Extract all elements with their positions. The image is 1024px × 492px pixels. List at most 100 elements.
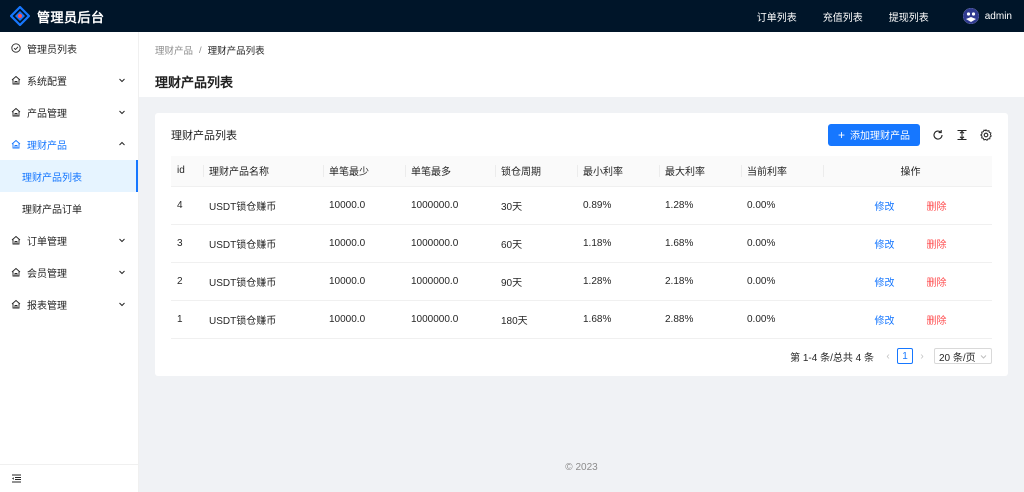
table-row: 4 USDT锁仓赚币 10000.0 1000000.0 30天 0.89% 1…	[171, 186, 992, 225]
column-header: 当前利率	[741, 156, 823, 187]
table-row: 1 USDT锁仓赚币 10000.0 1000000.0 180天 1.68% …	[171, 300, 992, 339]
cell-max-rate: 2.18%	[659, 262, 741, 301]
sidebar-item-report-mgmt[interactable]: 报表管理	[0, 288, 138, 320]
cell-max-rate: 1.28%	[659, 186, 741, 225]
top-nav: 订单列表 充值列表 提现列表 admin	[731, 0, 1012, 32]
sidebar-item-label: 系统配置	[27, 76, 67, 88]
cell-id: 4	[171, 186, 203, 225]
home-icon	[10, 267, 21, 278]
sidebar-item-label: 会员管理	[27, 268, 67, 280]
delete-link[interactable]: 删除	[927, 236, 947, 251]
logo[interactable]: 管理员后台	[0, 6, 140, 26]
logo-icon	[10, 6, 30, 26]
cell-name: USDT锁仓赚币	[203, 224, 323, 263]
breadcrumb: 理财产品 / 理财产品列表	[155, 43, 1008, 58]
column-height-icon[interactable]	[956, 129, 968, 141]
column-header: 锁仓周期	[495, 156, 577, 187]
home-icon	[10, 139, 21, 150]
delete-link[interactable]: 删除	[927, 198, 947, 213]
cell-lock-period: 60天	[495, 224, 577, 263]
add-product-button[interactable]: + 添加理财产品	[827, 123, 920, 146]
cell-current-rate: 0.00%	[741, 262, 823, 301]
sidebar-subitem-product-list[interactable]: 理财产品列表	[0, 160, 138, 192]
product-table: id 理财产品名称 单笔最少 单笔最多 锁仓周期 最小利率 最大利率 当前利率 …	[171, 156, 992, 339]
delete-link[interactable]: 删除	[927, 274, 947, 289]
chevron-up-icon	[118, 140, 126, 148]
sidebar-item-product-mgmt[interactable]: 产品管理	[0, 96, 138, 128]
menu-fold-icon	[11, 473, 22, 484]
user-name: admin	[984, 10, 1012, 22]
chevron-down-icon	[118, 300, 126, 308]
chevron-down-icon	[118, 108, 126, 116]
column-header: 最大利率	[659, 156, 741, 187]
sidebar-item-system-config[interactable]: 系统配置	[0, 64, 138, 96]
sidebar-item-member-mgmt[interactable]: 会员管理	[0, 256, 138, 288]
pagination: 第 1-4 条/总共 4 条 ‹ 1 › 20 条/页	[790, 348, 992, 364]
cell-actions: 修改 删除	[823, 186, 992, 225]
avatar	[962, 8, 979, 24]
cell-min-amount: 10000.0	[323, 300, 405, 339]
cell-lock-period: 180天	[495, 300, 577, 339]
edit-link[interactable]: 修改	[875, 236, 895, 251]
page-size-select[interactable]: 20 条/页	[934, 348, 992, 364]
edit-link[interactable]: 修改	[875, 274, 895, 289]
cell-lock-period: 30天	[495, 186, 577, 225]
sidebar-item-admin-list[interactable]: 管理员列表	[0, 32, 138, 64]
delete-link[interactable]: 删除	[927, 312, 947, 327]
sidebar-subitem-product-orders[interactable]: 理财产品订单	[0, 192, 138, 224]
cell-min-amount: 10000.0	[323, 224, 405, 263]
breadcrumb-item[interactable]: 理财产品	[155, 43, 193, 57]
nav-withdraw-link[interactable]: 提现列表	[889, 9, 929, 24]
page-header: 理财产品 / 理财产品列表 理财产品列表	[139, 32, 1024, 97]
prev-page-icon[interactable]: ‹	[882, 351, 894, 362]
edit-link[interactable]: 修改	[875, 198, 895, 213]
sidebar: 管理员列表 系统配置 产品管理 理财产品 理财产品列表 理财产品订单 订单管理 …	[0, 32, 139, 492]
cell-min-rate: 0.89%	[577, 186, 659, 225]
cell-max-amount: 1000000.0	[405, 224, 495, 263]
edit-link[interactable]: 修改	[875, 312, 895, 327]
sidebar-item-wealth-products[interactable]: 理财产品	[0, 128, 138, 160]
page-title: 理财产品列表	[155, 75, 234, 90]
user-menu[interactable]: admin	[962, 8, 1012, 24]
cell-min-amount: 10000.0	[323, 186, 405, 225]
cell-max-amount: 1000000.0	[405, 186, 495, 225]
cell-current-rate: 0.00%	[741, 186, 823, 225]
sidebar-item-label: 产品管理	[27, 108, 67, 120]
pagination-total: 第 1-4 条/总共 4 条	[790, 352, 874, 364]
table-card: 理财产品列表 + 添加理财产品 id 理财产品名称 单笔最少 单笔最多 锁仓周期…	[155, 113, 1008, 376]
column-header: id	[171, 156, 203, 187]
column-header: 单笔最少	[323, 156, 405, 187]
reload-icon[interactable]	[932, 129, 944, 141]
chevron-down-icon	[118, 268, 126, 276]
cell-name: USDT锁仓赚币	[203, 186, 323, 225]
check-circle-icon	[10, 43, 21, 54]
card-title: 理财产品列表	[171, 129, 237, 142]
nav-orders-link[interactable]: 订单列表	[757, 9, 797, 24]
home-icon	[10, 75, 21, 86]
cell-current-rate: 0.00%	[741, 224, 823, 263]
sidebar-collapse-button[interactable]	[0, 464, 139, 492]
cell-current-rate: 0.00%	[741, 300, 823, 339]
add-product-label: 添加理财产品	[850, 131, 910, 142]
breadcrumb-separator: /	[199, 44, 202, 56]
cell-id: 2	[171, 262, 203, 301]
cell-min-rate: 1.18%	[577, 224, 659, 263]
cell-actions: 修改 删除	[823, 224, 992, 263]
sidebar-item-label: 订单管理	[27, 236, 67, 248]
page-size-value: 20 条/页	[939, 352, 976, 364]
chevron-down-icon	[118, 236, 126, 244]
sidebar-item-order-mgmt[interactable]: 订单管理	[0, 224, 138, 256]
card-toolbar: 理财产品列表 + 添加理财产品	[171, 113, 992, 156]
settings-icon[interactable]	[980, 128, 992, 141]
sidebar-item-label: 管理员列表	[27, 44, 77, 56]
next-page-icon[interactable]: ›	[916, 351, 928, 362]
cell-min-rate: 1.68%	[577, 300, 659, 339]
top-header: 管理员后台 订单列表 充值列表 提现列表 admin	[0, 0, 1024, 32]
home-icon	[10, 235, 21, 246]
page-number-button[interactable]: 1	[897, 348, 913, 364]
nav-recharge-link[interactable]: 充值列表	[823, 9, 863, 24]
cell-name: USDT锁仓赚币	[203, 300, 323, 339]
cell-max-amount: 1000000.0	[405, 300, 495, 339]
cell-actions: 修改 删除	[823, 262, 992, 301]
chevron-down-icon	[980, 353, 987, 360]
